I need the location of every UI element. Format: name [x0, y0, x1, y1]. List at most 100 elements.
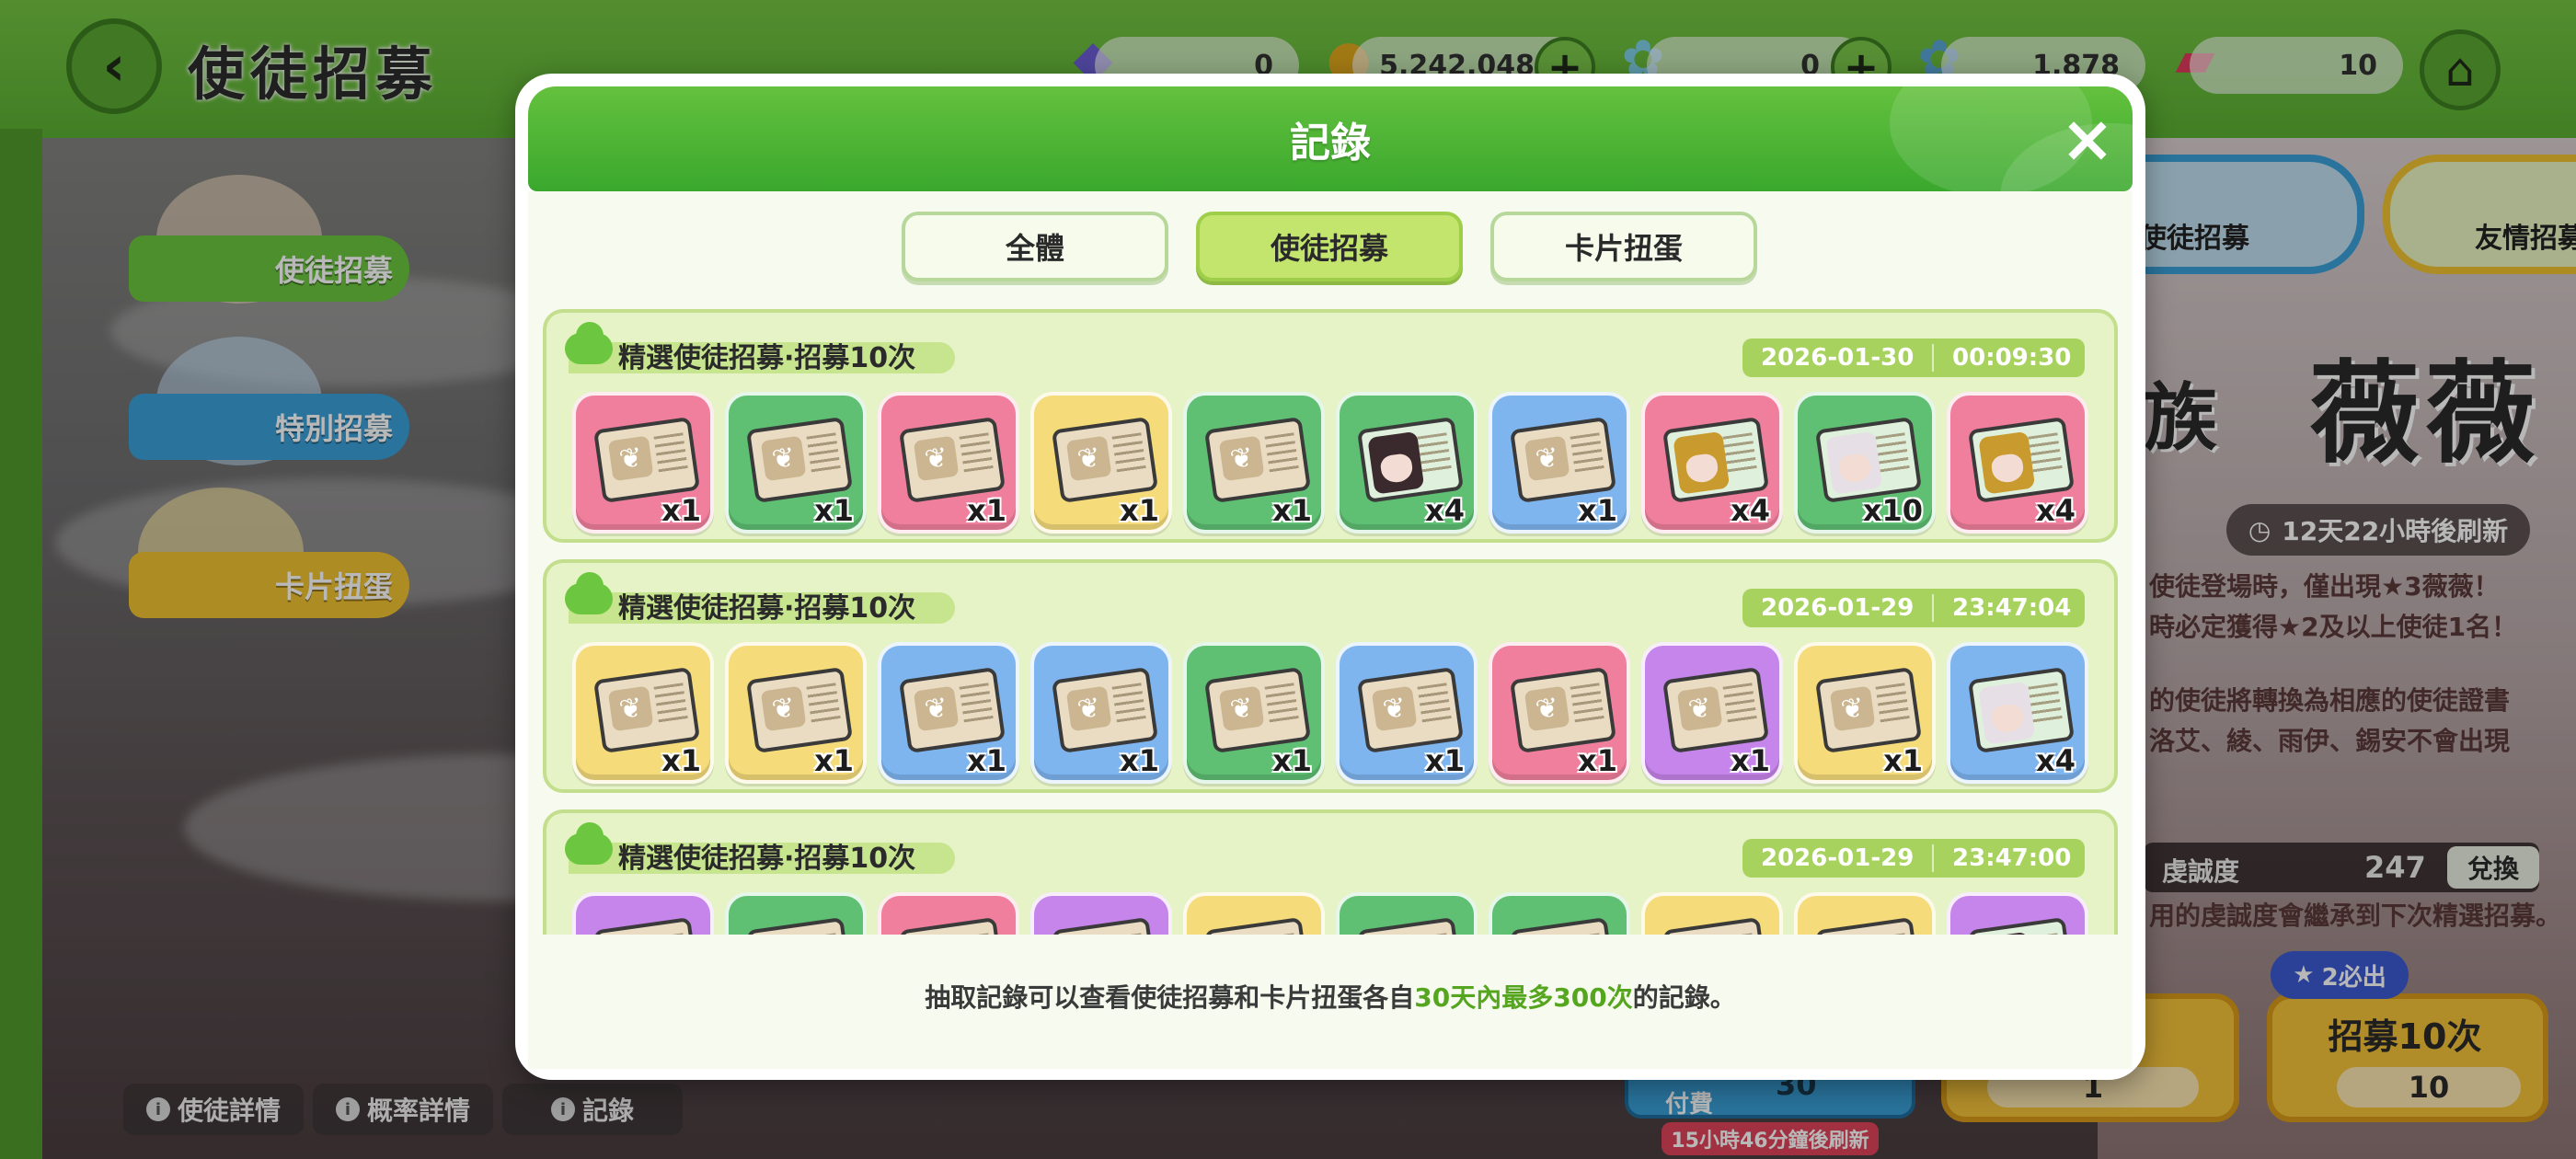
reward-item[interactable]: ❦x1: [725, 392, 867, 534]
record-timestamp: 2026-01-29 23:47:04: [1742, 589, 2085, 627]
sprout-icon: ❦: [1065, 435, 1112, 482]
record-entry: 精選使徒招募·招募10次 2026-01-30 00:09:30 ❦ x1 ❦ x1 ❦ x1 ❦…: [543, 309, 2118, 543]
certificate-icon: ❦: [1203, 417, 1312, 503]
certificate-icon: ❦: [898, 917, 1006, 935]
modal-header: 記錄 ×: [528, 86, 2133, 191]
certificate-icon: ❦: [1051, 917, 1159, 935]
sprout-icon: ❦: [913, 685, 960, 732]
reward-item[interactable]: ❦x1: [1489, 642, 1630, 784]
record-name: 精選使徒招募·招募10次: [618, 342, 916, 374]
reward-item[interactable]: ❦x1: [1489, 392, 1630, 534]
item-quantity: x4: [2036, 493, 2076, 528]
item-quantity: x1: [661, 493, 701, 528]
sprout-icon: ❦: [607, 685, 654, 732]
reward-item[interactable]: ❦x1: [1641, 642, 1783, 784]
certificate-icon: ❦: [898, 417, 1006, 503]
item-quantity: x1: [967, 743, 1006, 778]
item-quantity: x4: [2036, 743, 2076, 778]
certificate-icon: ❦: [1662, 667, 1770, 753]
reward-item[interactable]: ❦x1: [1183, 392, 1325, 534]
modal-footer-note: 抽取記錄可以查看使徒招募和卡片扭蛋各自 30天內最多300次 的記錄。: [925, 982, 1736, 1013]
certificate-icon: ❦: [898, 667, 1006, 753]
record-name: 精選使徒招募·招募10次: [618, 843, 916, 875]
item-quantity: x1: [1272, 743, 1312, 778]
certificate-icon: ❦: [1051, 667, 1159, 753]
reward-item[interactable]: ❦x1: [572, 892, 714, 935]
modal-title: 記錄: [1290, 120, 1371, 166]
record-entry: 精選使徒招募·招募10次 2026-01-29 23:47:04 ❦ x1 ❦ x1 ❦ x1 ❦…: [543, 559, 2118, 793]
certificate-icon: ❦: [1509, 667, 1617, 753]
reward-item[interactable]: x4: [1641, 392, 1783, 534]
reward-item[interactable]: ❦x1: [878, 392, 1019, 534]
reward-item[interactable]: ❦x1: [878, 892, 1019, 935]
reward-item[interactable]: ❦x1: [572, 392, 714, 534]
item-quantity: x1: [814, 743, 854, 778]
sprout-icon: ❦: [1218, 435, 1265, 482]
tab-apostle-recruit[interactable]: 使徒招募: [1196, 212, 1463, 281]
reward-item[interactable]: ❦x1: [1641, 892, 1783, 935]
reward-item[interactable]: ❦x1: [1030, 392, 1172, 534]
record-name: 精選使徒招募·招募10次: [618, 592, 916, 625]
item-quantity: x1: [1272, 493, 1312, 528]
item-quantity: x1: [1731, 743, 1770, 778]
apostle-portrait-icon: [1967, 417, 2076, 503]
reward-item[interactable]: ❦x1: [878, 642, 1019, 784]
sprout-icon: ❦: [1676, 685, 1723, 732]
record-entry: 精選使徒招募·招募10次2026-01-2923:47:00❦x1❦x1❦x1❦…: [543, 809, 2118, 935]
reward-item[interactable]: ❦x1: [1336, 892, 1478, 935]
modal-body: 全體 使徒招募 卡片扭蛋 精選使徒招募·招募10次 2026-01-30 00:09…: [528, 191, 2133, 1069]
certificate-icon: ❦: [1356, 667, 1465, 753]
sprout-icon: ❦: [1829, 685, 1876, 732]
sprout-icon: ❦: [913, 435, 960, 482]
certificate-icon: ❦: [745, 917, 854, 935]
item-quantity: x1: [661, 743, 701, 778]
reward-item[interactable]: ❦x1: [725, 892, 867, 935]
item-quantity: x4: [1425, 493, 1465, 528]
sprout-icon: ❦: [1218, 685, 1265, 732]
record-items: ❦x1 ❦x1 ❦x1 ❦x1 ❦x1 ❦x1 ❦x1 ❦x1 ❦x1 x4: [572, 892, 2090, 935]
reward-item[interactable]: x4: [1947, 392, 2088, 534]
certificate-icon: ❦: [1203, 667, 1312, 753]
reward-item[interactable]: ❦x1: [1183, 642, 1325, 784]
apostle-portrait-icon: [1814, 417, 1923, 503]
certificate-icon: ❦: [1509, 417, 1617, 503]
cloud-icon: [565, 822, 613, 865]
tab-card-gacha[interactable]: 卡片扭蛋: [1490, 212, 1757, 281]
history-modal: 記錄 × 全體 使徒招募 卡片扭蛋 精選使徒招募·招募10次 2026-01-30…: [515, 74, 2145, 1080]
sprout-icon: ❦: [760, 435, 807, 482]
certificate-icon: ❦: [592, 417, 701, 503]
sprout-icon: ❦: [1065, 685, 1112, 732]
certificate-icon: ❦: [745, 667, 854, 753]
certificate-icon: ❦: [1814, 917, 1923, 935]
sprout-icon: ❦: [1524, 435, 1570, 482]
cloud-icon: [565, 322, 613, 364]
item-quantity: x1: [1425, 743, 1465, 778]
certificate-icon: ❦: [592, 917, 701, 935]
reward-item[interactable]: ❦x1: [1030, 642, 1172, 784]
certificate-icon: ❦: [1509, 917, 1617, 935]
reward-item[interactable]: ❦x1: [1336, 642, 1478, 784]
reward-item[interactable]: ❦x1: [1030, 892, 1172, 935]
reward-item[interactable]: ❦x1: [572, 642, 714, 784]
certificate-icon: ❦: [1051, 417, 1159, 503]
records-list[interactable]: 精選使徒招募·招募10次 2026-01-30 00:09:30 ❦ x1 ❦ x1 ❦ x1 ❦…: [528, 309, 2133, 935]
record-timestamp: 2026-01-30 00:09:30: [1742, 339, 2085, 377]
sprout-icon: ❦: [1371, 685, 1418, 732]
reward-item[interactable]: x4: [1947, 642, 2088, 784]
reward-item[interactable]: x10: [1794, 392, 1936, 534]
close-button[interactable]: ×: [2055, 107, 2120, 171]
apostle-portrait-icon: [1356, 417, 1465, 503]
reward-item[interactable]: x4: [1336, 392, 1478, 534]
sprout-icon: ❦: [607, 435, 654, 482]
apostle-portrait-icon: [1662, 417, 1770, 503]
record-items: ❦x1❦x1❦x1❦x1❦x1❦x1❦x1❦x1❦x1x4: [572, 642, 2090, 789]
reward-item[interactable]: ❦x1: [1489, 892, 1630, 935]
item-quantity: x1: [1883, 743, 1923, 778]
reward-item[interactable]: ❦x1: [1794, 892, 1936, 935]
reward-item[interactable]: ❦x1: [1794, 642, 1936, 784]
tab-all[interactable]: 全體: [902, 212, 1168, 281]
reward-item[interactable]: ❦x1: [725, 642, 867, 784]
reward-item[interactable]: ❦x1: [1183, 892, 1325, 935]
certificate-icon: ❦: [592, 667, 701, 753]
reward-item[interactable]: x4: [1947, 892, 2088, 935]
